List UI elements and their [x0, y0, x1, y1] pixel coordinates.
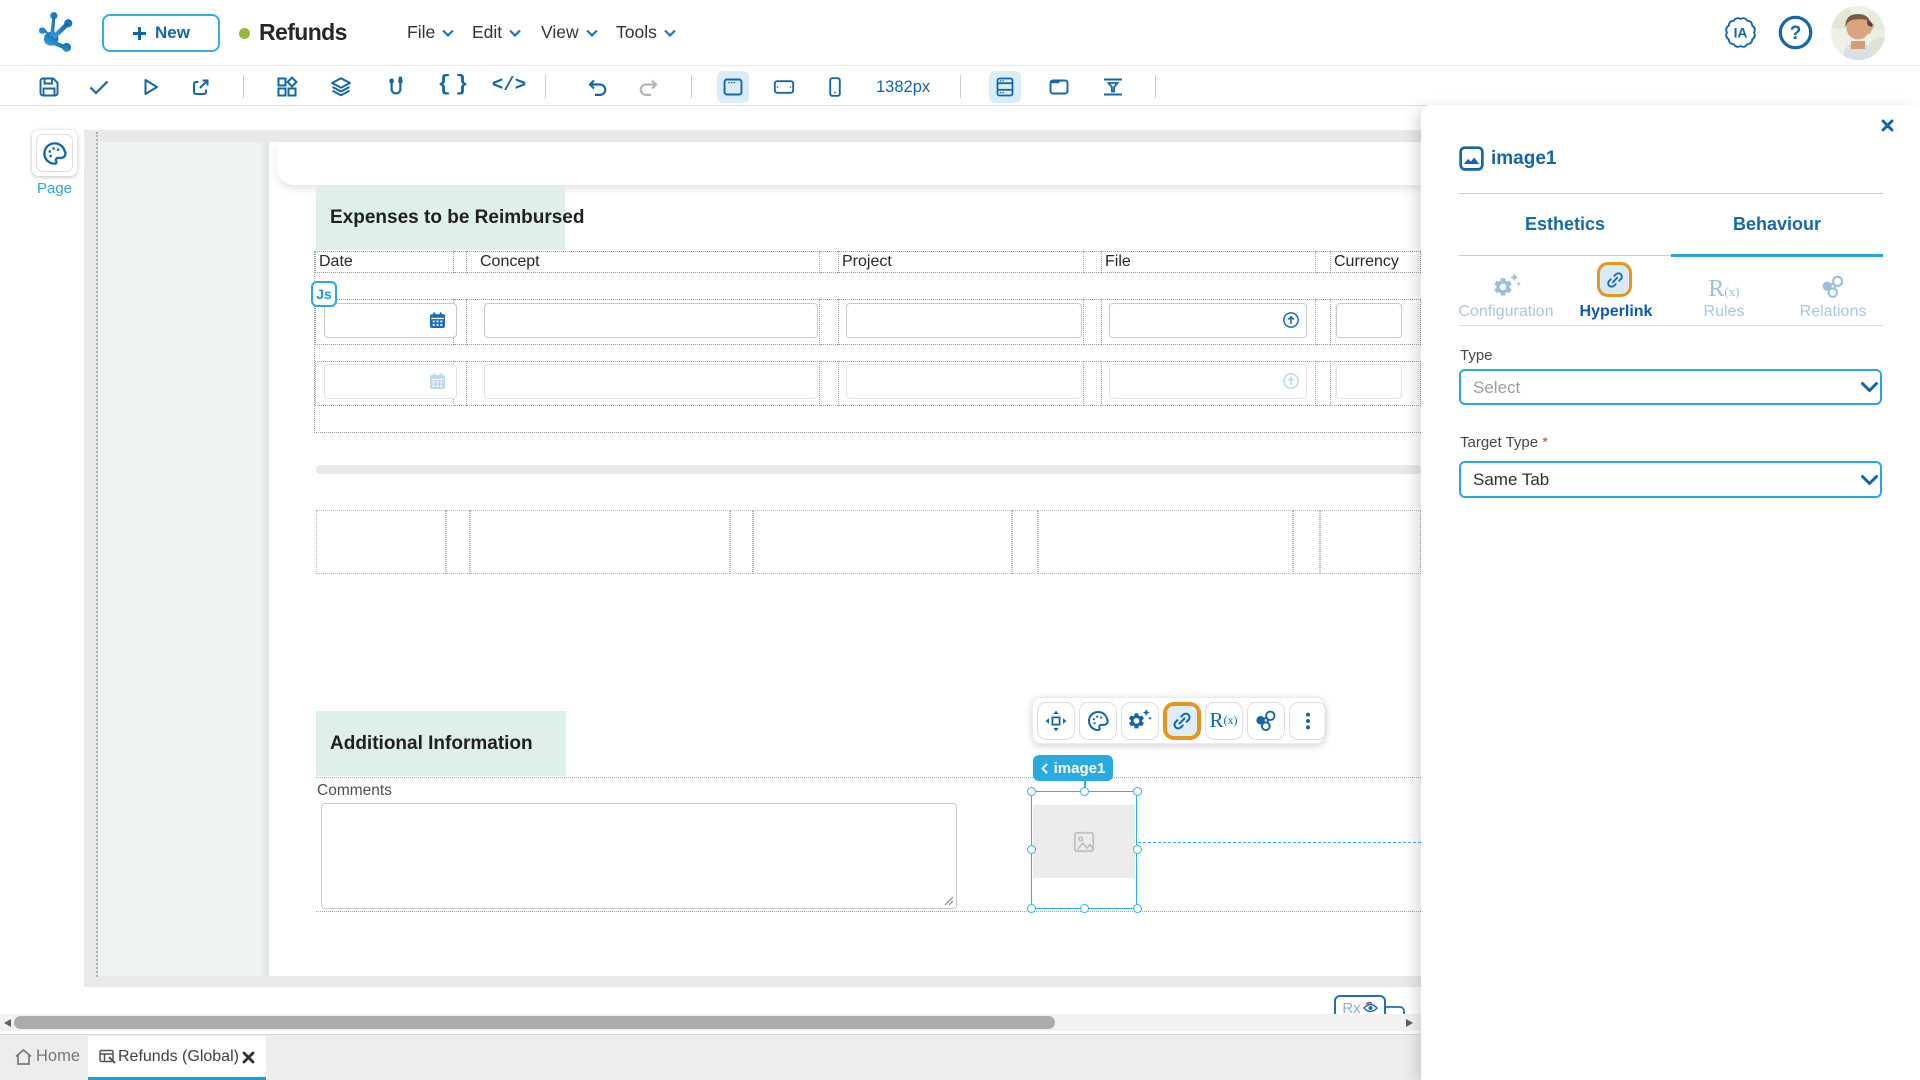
svg-text:IA: IA	[1734, 25, 1748, 41]
svg-text:?: ?	[1790, 23, 1802, 44]
